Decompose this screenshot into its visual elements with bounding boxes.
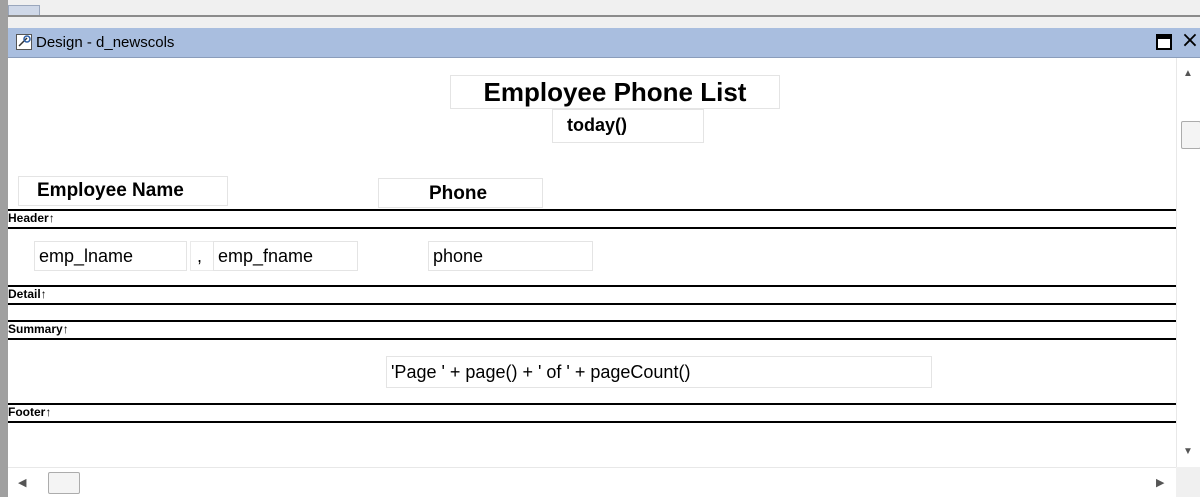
vertical-scroll-thumb[interactable] bbox=[1181, 121, 1200, 149]
window-titlebar[interactable]: Design - d_newscols × bbox=[8, 28, 1200, 58]
band-detail-bar[interactable]: Detail↑ bbox=[8, 285, 1176, 305]
phone-heading[interactable]: Phone bbox=[378, 178, 543, 208]
band-summary-bar[interactable]: Summary↑ bbox=[8, 320, 1176, 340]
employee-name-heading[interactable]: Employee Name bbox=[18, 176, 228, 206]
report-title-text[interactable]: Employee Phone List bbox=[450, 75, 780, 109]
emp-fname-field[interactable]: emp_fname bbox=[213, 241, 358, 271]
design-canvas[interactable]: Employee Phone List today() Employee Nam… bbox=[8, 58, 1176, 467]
scroll-down-icon[interactable]: ▼ bbox=[1183, 446, 1193, 457]
window-title: Design - d_newscols bbox=[36, 34, 175, 51]
scroll-right-icon[interactable]: ▶ bbox=[1156, 476, 1164, 489]
phone-field[interactable]: phone bbox=[428, 241, 593, 271]
window-frame-top bbox=[8, 0, 1200, 28]
emp-lname-field[interactable]: emp_lname bbox=[34, 241, 187, 271]
band-footer-bar[interactable]: Footer↑ bbox=[8, 403, 1176, 423]
horizontal-scroll-thumb[interactable] bbox=[48, 472, 80, 494]
window-frame-divider bbox=[8, 15, 1200, 17]
scroll-up-icon[interactable]: ▲ bbox=[1183, 68, 1193, 79]
horizontal-scrollbar[interactable]: ◀ ▶ bbox=[8, 467, 1176, 497]
close-button[interactable]: × bbox=[1178, 30, 1200, 54]
band-header-bar[interactable]: Header↑ bbox=[8, 209, 1176, 229]
window-frame-left bbox=[0, 0, 8, 497]
design-window-icon bbox=[16, 34, 32, 50]
band-summary-label: Summary↑ bbox=[8, 322, 69, 336]
band-footer-label: Footer↑ bbox=[8, 405, 52, 419]
band-detail-label: Detail↑ bbox=[8, 287, 47, 301]
vertical-scrollbar[interactable]: ▲ ▼ bbox=[1176, 58, 1200, 467]
maximize-button[interactable] bbox=[1156, 34, 1172, 50]
band-header-label: Header↑ bbox=[8, 211, 55, 225]
scroll-left-icon[interactable]: ◀ bbox=[18, 476, 26, 489]
scrollbar-corner bbox=[1176, 467, 1200, 497]
date-computed-field[interactable]: today() bbox=[552, 109, 704, 143]
name-separator-text[interactable]: , bbox=[190, 241, 214, 271]
page-count-computed-field[interactable]: 'Page ' + page() + ' of ' + pageCount() bbox=[386, 356, 932, 388]
